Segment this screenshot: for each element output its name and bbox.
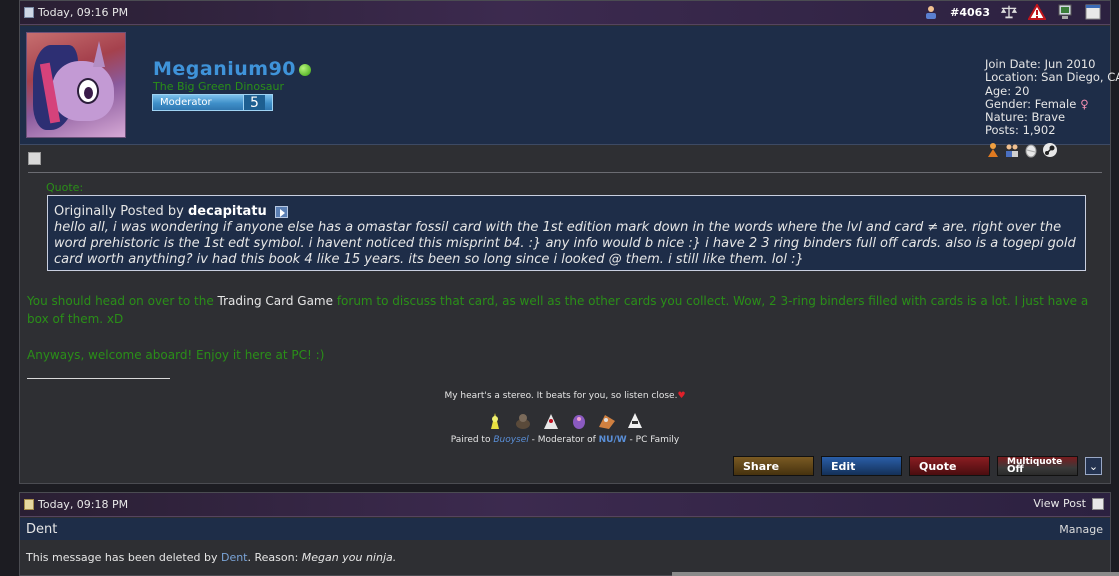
edit-button[interactable]: Edit [821, 456, 902, 476]
view-post-checkbox[interactable] [1092, 497, 1104, 510]
quote-box: Originally Posted by decapitatu hello al… [47, 195, 1086, 271]
quote-label: Quote: [46, 181, 84, 194]
post-date: Today, 09:18 PM [38, 498, 129, 511]
post-status-icon [24, 499, 34, 510]
post-header-tools: #4063 [922, 3, 1102, 21]
signature: My heart's a stereo. It beats for you, s… [20, 391, 1110, 445]
female-icon: ♀ [1080, 96, 1089, 111]
join-date: Join Date: Jun 2010 [985, 57, 1096, 71]
moderator-of: - Moderator of [528, 435, 599, 445]
post-actions: Share Edit Quote Multiquote Off ⌄ [733, 456, 1102, 476]
reason-label: . Reason: [247, 551, 302, 564]
quote-author: decapitatu [187, 204, 267, 219]
deleted-prefix: This message has been deleted by [26, 551, 221, 564]
signature-quote: My heart's a stereo. It beats for you, s… [444, 391, 678, 401]
expand-chevron-icon[interactable]: ⌄ [1085, 457, 1102, 475]
user-info-bar: Meganium90 The Big Green Dinosaur Modera… [20, 26, 1119, 158]
signature-divider [27, 378, 170, 379]
sprite-dragon-icon [597, 411, 617, 431]
post-message: You should head on over to the Trading C… [27, 293, 1102, 328]
view-post-control[interactable]: View Post [1033, 497, 1104, 510]
post-header: Today, 09:16 PM #4063 [20, 1, 1110, 25]
signature-line1: My heart's a stereo. It beats for you, s… [20, 391, 1110, 401]
age: Age: 20 [985, 83, 1030, 98]
divider [28, 172, 1102, 173]
sprite-purple-icon [569, 411, 589, 431]
rank-label: Moderator [160, 97, 212, 108]
location: Location: San Diego, CA [985, 70, 1119, 85]
post-deleted: Today, 09:18 PM View Post Dent Manage Th… [19, 492, 1111, 576]
user-details: Join Date: Jun 2010 Location: San Diego,… [985, 57, 1119, 158]
ip-computer-icon[interactable] [1056, 3, 1074, 21]
paired-prefix: Paired to [450, 435, 494, 445]
manage-link[interactable]: Manage [1059, 523, 1103, 536]
sprite-dark-icon [513, 411, 533, 431]
report-warning-icon[interactable] [1028, 3, 1046, 21]
deleted-by-link[interactable]: Dent [221, 551, 248, 564]
quote-text: hello all, i was wondering if anyone els… [54, 220, 1076, 267]
username-link[interactable]: Dent [26, 522, 57, 537]
post-body: Quote: Originally Posted by decapitatu h… [20, 146, 1110, 483]
nature: Nature: Brave [985, 110, 1066, 125]
view-post-arrow-icon[interactable] [274, 205, 288, 218]
avatar[interactable] [26, 32, 126, 138]
bottom-strip [672, 572, 1119, 576]
gender: Gender: Female [985, 96, 1077, 111]
sprite-bone-icon [625, 411, 645, 431]
pokemon-sprites [20, 409, 1110, 431]
multiquote-button[interactable]: Multiquote Off [997, 456, 1078, 476]
paired-pokemon: Buoysel [493, 435, 529, 445]
quote-originally-posted-by: Originally Posted by [54, 204, 184, 219]
user-profile-icon[interactable] [922, 3, 940, 21]
heart-icon: ♥ [677, 391, 686, 401]
forum-link-trading-card-game[interactable]: Trading Card Game [218, 294, 333, 308]
delete-reason: Megan you ninja. [301, 551, 397, 564]
gender-row: Gender: Female ♀ [985, 96, 1119, 111]
view-post-label[interactable]: View Post [1033, 497, 1086, 510]
multiquote-state: Off [1007, 464, 1024, 475]
post-header: Today, 09:18 PM View Post [20, 493, 1110, 517]
post-number-link[interactable]: #4063 [950, 6, 990, 19]
tier-link[interactable]: NU/W [599, 435, 627, 445]
rank-badge: Moderator 5 [152, 94, 273, 111]
sprite-white-icon [541, 411, 561, 431]
post-window-icon[interactable] [1084, 3, 1102, 21]
scales-icon[interactable] [1000, 3, 1018, 21]
user-title: The Big Green Dinosaur [153, 80, 285, 93]
deleted-post-bar: Dent Manage [20, 518, 1110, 540]
username-link[interactable]: Meganium90 [153, 58, 296, 80]
signature-line2: Paired to Buoysel - Moderator of NU/W - … [20, 435, 1110, 445]
quote-attribution: Originally Posted by decapitatu [54, 204, 1079, 220]
sprite-electric-icon [485, 411, 505, 431]
pc-family: - PC Family [626, 435, 680, 445]
online-status-icon [299, 64, 311, 76]
rank-level: 5 [243, 95, 265, 111]
post-icon [28, 152, 41, 165]
share-button[interactable]: Share [733, 456, 814, 476]
quote-button[interactable]: Quote [909, 456, 990, 476]
message-line2: Anyways, welcome aboard! Enjoy it here a… [27, 348, 325, 362]
post-status-icon [24, 7, 34, 18]
post-date: Today, 09:16 PM [38, 6, 129, 19]
deleted-message: This message has been deleted by Dent. R… [26, 551, 396, 564]
message-part1: You should head on over to the [27, 294, 218, 308]
post-count: Posts: 1,902 [985, 123, 1056, 138]
post-4063: Today, 09:16 PM #4063 Meganium90 The Big… [19, 0, 1119, 484]
